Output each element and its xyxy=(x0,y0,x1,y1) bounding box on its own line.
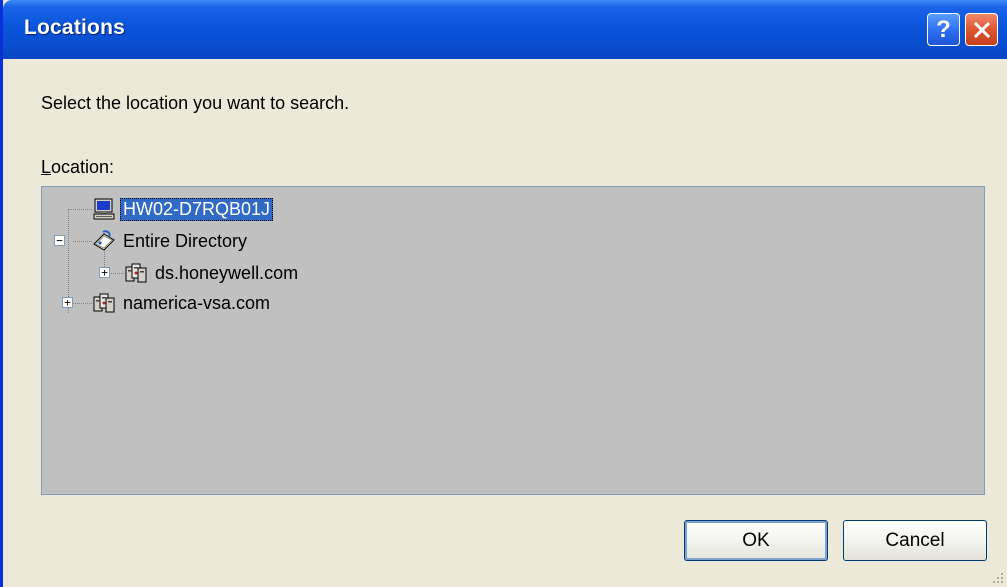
help-button[interactable]: ? xyxy=(927,13,960,46)
help-icon: ? xyxy=(936,15,951,43)
ok-button[interactable]: OK xyxy=(684,520,828,561)
tree-connector xyxy=(73,303,92,304)
location-label-accelerator: L xyxy=(41,157,52,177)
location-tree[interactable]: HW02-D7RQB01J − Entire Directory + ds.ho… xyxy=(41,186,985,495)
window-title: Locations xyxy=(24,16,125,39)
location-label-text: ocation: xyxy=(51,157,115,177)
tree-item-ds-honeywell[interactable]: ds.honeywell.com xyxy=(124,259,301,287)
directory-icon xyxy=(93,230,115,251)
domain-icon xyxy=(93,293,115,313)
tree-item-namerica-vsa[interactable]: namerica-vsa.com xyxy=(92,289,273,317)
close-icon xyxy=(973,21,990,38)
tree-item-label: HW02-D7RQB01J xyxy=(120,197,274,221)
title-bar[interactable]: Locations ? xyxy=(3,0,1007,59)
tree-item-computer[interactable]: HW02-D7RQB01J xyxy=(92,195,274,223)
location-label: Location: xyxy=(41,157,114,178)
tree-connector xyxy=(108,273,124,274)
tree-item-label: ds.honeywell.com xyxy=(155,262,299,283)
tree-connector xyxy=(73,241,92,242)
domain-icon xyxy=(125,263,147,283)
close-button[interactable] xyxy=(965,13,998,46)
expand-toggle[interactable]: + xyxy=(62,297,73,308)
tree-item-entire-directory[interactable]: Entire Directory xyxy=(92,227,250,255)
locations-dialog: Locations ? Select the location you want… xyxy=(0,0,1007,587)
tree-connector xyxy=(68,209,92,210)
resize-grip-icon[interactable] xyxy=(990,570,1004,584)
expand-toggle[interactable]: + xyxy=(99,267,110,278)
cancel-button[interactable]: Cancel xyxy=(843,520,987,561)
tree-item-label: namerica-vsa.com xyxy=(123,292,271,313)
tree-item-label: Entire Directory xyxy=(123,230,248,251)
collapse-toggle[interactable]: − xyxy=(54,235,65,246)
dialog-prompt: Select the location you want to search. xyxy=(41,93,350,113)
computer-icon xyxy=(93,198,115,220)
